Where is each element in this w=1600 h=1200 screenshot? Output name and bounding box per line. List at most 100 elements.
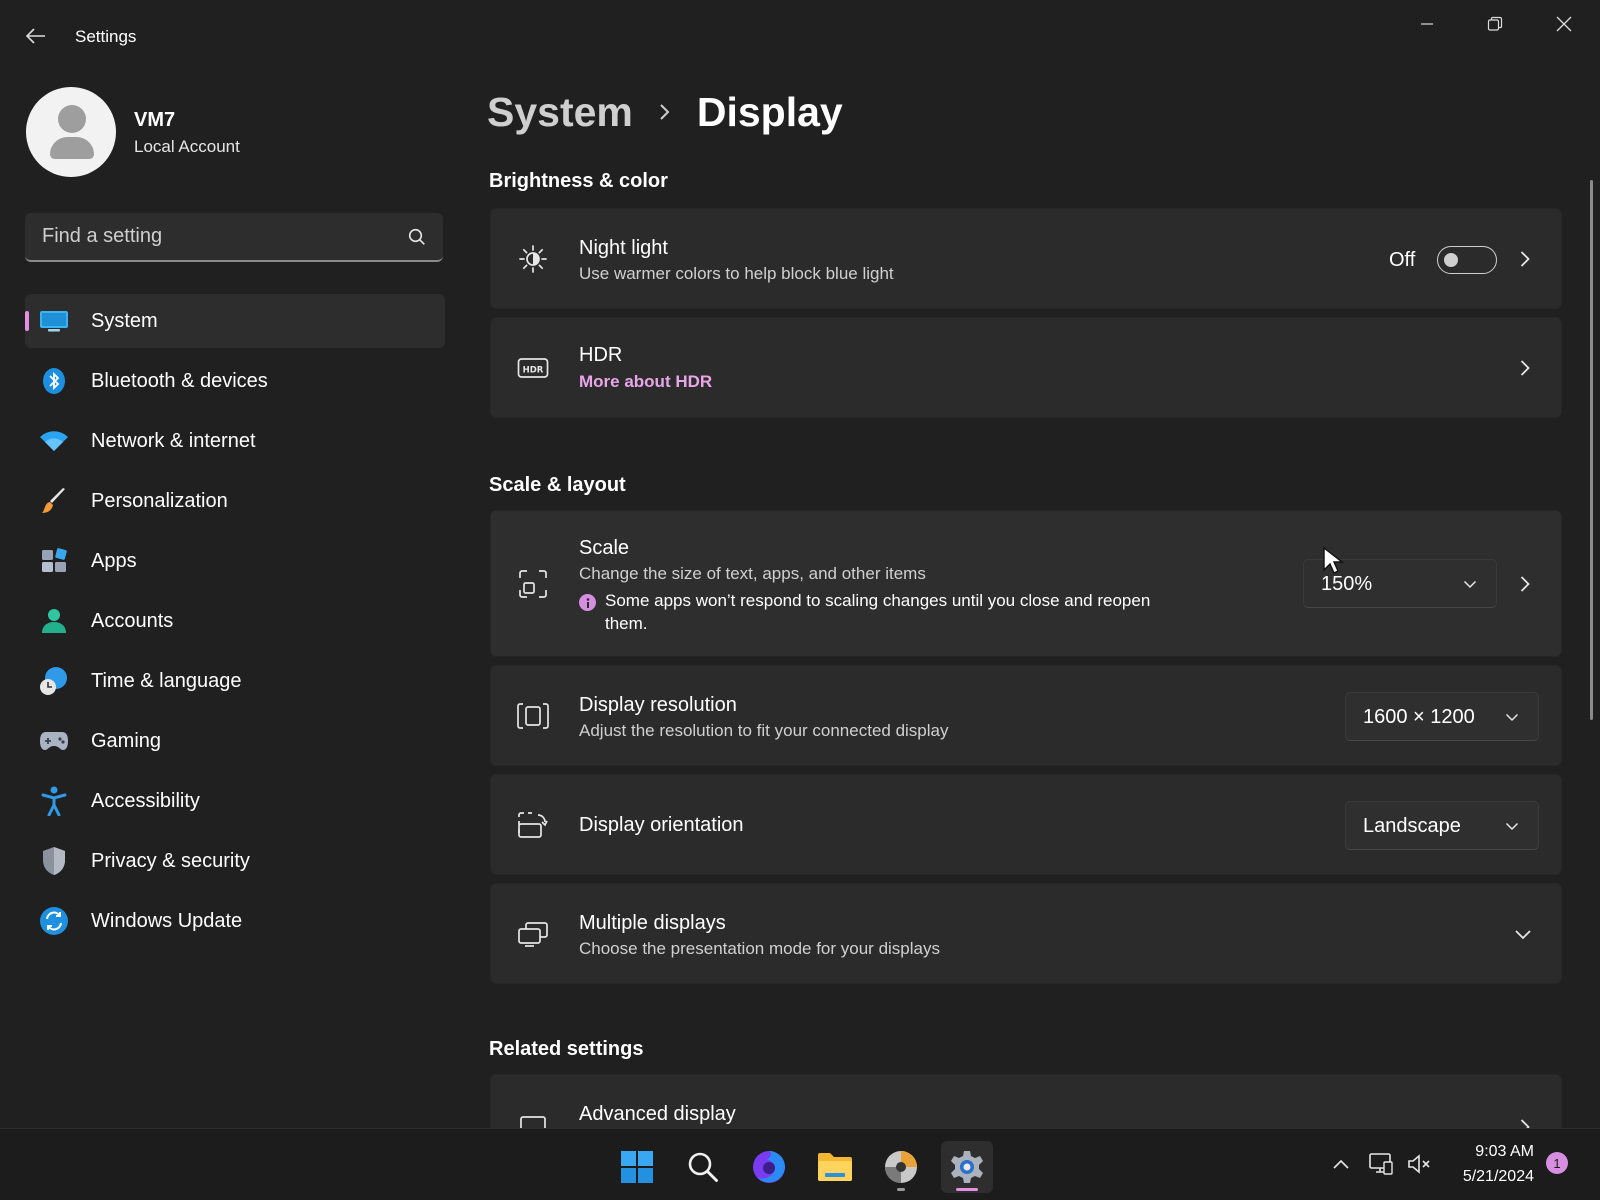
section-title-related: Related settings [489,1038,644,1060]
hdr-title: HDR [579,344,623,366]
taskbar: 9:03 AM 5/21/2024 1 [0,1128,1600,1200]
breadcrumb-parent[interactable]: System [487,89,633,136]
sidebar-item-time-language[interactable]: Time & language [25,654,445,708]
sidebar-item-gaming[interactable]: Gaming [25,714,445,768]
section-title-brightness: Brightness & color [489,170,668,192]
display-orientation-card[interactable]: Display orientation Landscape [490,774,1562,875]
sidebar-item-accounts[interactable]: Accounts [25,594,445,648]
main-scrollbar[interactable] [1590,180,1593,720]
accessibility-icon [39,786,69,816]
svg-text:HDR: HDR [523,366,544,376]
chevron-right-icon[interactable] [1517,574,1533,594]
scale-dropdown-value: 150% [1321,573,1373,595]
scale-description: Change the size of text, apps, and other… [579,564,926,583]
network-monitor-icon [1369,1153,1393,1175]
apps-icon [39,547,69,575]
display-resolution-card[interactable]: Display resolution Adjust the resolution… [490,665,1562,766]
start-button[interactable] [611,1141,663,1193]
taskbar-media-app[interactable] [875,1141,927,1193]
scale-icon [517,568,549,600]
section-title-scale-layout: Scale & layout [489,474,626,496]
user-profile[interactable]: VM7 Local Account [26,87,446,179]
search-box [25,213,443,262]
accounts-icon [39,607,69,635]
clock-time[interactable]: 9:03 AM [1430,1143,1534,1161]
time-language-icon [39,667,69,695]
sidebar-item-personalization[interactable]: Personalization [25,474,445,528]
sidebar-item-label: Privacy & security [91,850,250,872]
scale-card[interactable]: Scale Change the size of text, apps, and… [490,510,1562,657]
title-bar: Settings [0,0,1600,72]
sidebar-item-label: Network & internet [91,430,256,452]
scale-note-line2: them. [605,614,648,633]
sidebar-item-accessibility[interactable]: Accessibility [25,774,445,828]
sidebar-item-label: Time & language [91,670,242,692]
windows-start-icon [621,1151,653,1183]
system-display-icon [39,307,69,335]
chevron-right-icon [658,102,672,122]
taskbar-settings[interactable] [941,1141,993,1193]
display-resolution-icon [517,700,549,732]
profile-account-type: Local Account [134,137,240,156]
show-hidden-icons-button[interactable] [1326,1149,1356,1179]
multiple-displays-card[interactable]: Multiple displays Choose the presentatio… [490,883,1562,984]
search-icon[interactable] [407,227,427,247]
orientation-dropdown[interactable]: Landscape [1345,801,1539,850]
sidebar-item-label: Bluetooth & devices [91,370,268,392]
clock-date[interactable]: 5/21/2024 [1430,1168,1534,1186]
mouse-cursor-icon [1323,546,1344,574]
advanced-display-card[interactable]: Advanced display [490,1074,1562,1135]
paintbrush-icon [39,487,69,515]
scale-note-line1: Some apps won’t respond to scaling chang… [605,591,1151,610]
close-icon [1556,16,1572,32]
sidebar-item-label: Personalization [91,490,228,512]
restore-button[interactable] [1461,0,1529,48]
chevron-down-icon [1504,818,1520,834]
chevron-right-icon[interactable] [1517,249,1533,269]
more-about-hdr-link[interactable]: More about HDR [579,372,712,392]
sidebar-item-network[interactable]: Network & internet [25,414,445,468]
close-button[interactable] [1530,0,1598,48]
chevron-down-icon [1504,709,1520,725]
firefox-icon [753,1151,785,1183]
taskbar-firefox[interactable] [743,1141,795,1193]
search-icon [688,1152,718,1182]
minimize-button[interactable] [1393,0,1461,48]
night-light-description: Use warmer colors to help block blue lig… [579,264,894,283]
scale-title: Scale [579,537,630,559]
chevron-down-icon[interactable] [1513,924,1533,944]
media-disc-icon [885,1151,917,1183]
file-explorer-icon [818,1153,852,1181]
taskbar-search-button[interactable] [677,1141,729,1193]
search-input[interactable] [25,213,395,260]
sidebar-item-bluetooth[interactable]: Bluetooth & devices [25,354,445,408]
windows-update-icon [39,907,69,935]
display-resolution-description: Adjust the resolution to fit your connec… [579,721,949,740]
night-light-toggle[interactable] [1437,246,1497,274]
sidebar-nav: System Bluetooth & devices Network & int… [25,294,445,954]
night-light-card[interactable]: Night light Use warmer colors to help bl… [490,208,1562,309]
chevron-down-icon [1462,576,1478,592]
sidebar-item-system[interactable]: System [25,294,445,348]
night-light-brightness-icon [517,243,549,275]
network-status-button[interactable] [1366,1149,1396,1179]
chevron-right-icon[interactable] [1517,358,1533,378]
hdr-icon: HDR [517,352,549,384]
volume-muted-icon [1408,1154,1430,1174]
back-button[interactable] [20,22,52,50]
sidebar-item-apps[interactable]: Apps [25,534,445,588]
shield-icon [39,847,69,875]
back-arrow-icon [26,28,45,44]
page-title: Display [696,88,843,135]
notification-badge[interactable]: 1 [1546,1152,1568,1174]
night-light-title: Night light [579,237,668,259]
display-resolution-title: Display resolution [579,694,737,716]
resolution-dropdown[interactable]: 1600 × 1200 [1345,692,1539,741]
taskbar-file-explorer[interactable] [809,1141,861,1193]
sidebar-item-label: System [91,310,158,332]
info-icon [579,594,596,611]
sidebar-item-privacy[interactable]: Privacy & security [25,834,445,888]
hdr-card[interactable]: HDR HDR More about HDR [490,317,1562,418]
sidebar-item-windows-update[interactable]: Windows Update [25,894,445,948]
display-orientation-title: Display orientation [579,814,744,836]
